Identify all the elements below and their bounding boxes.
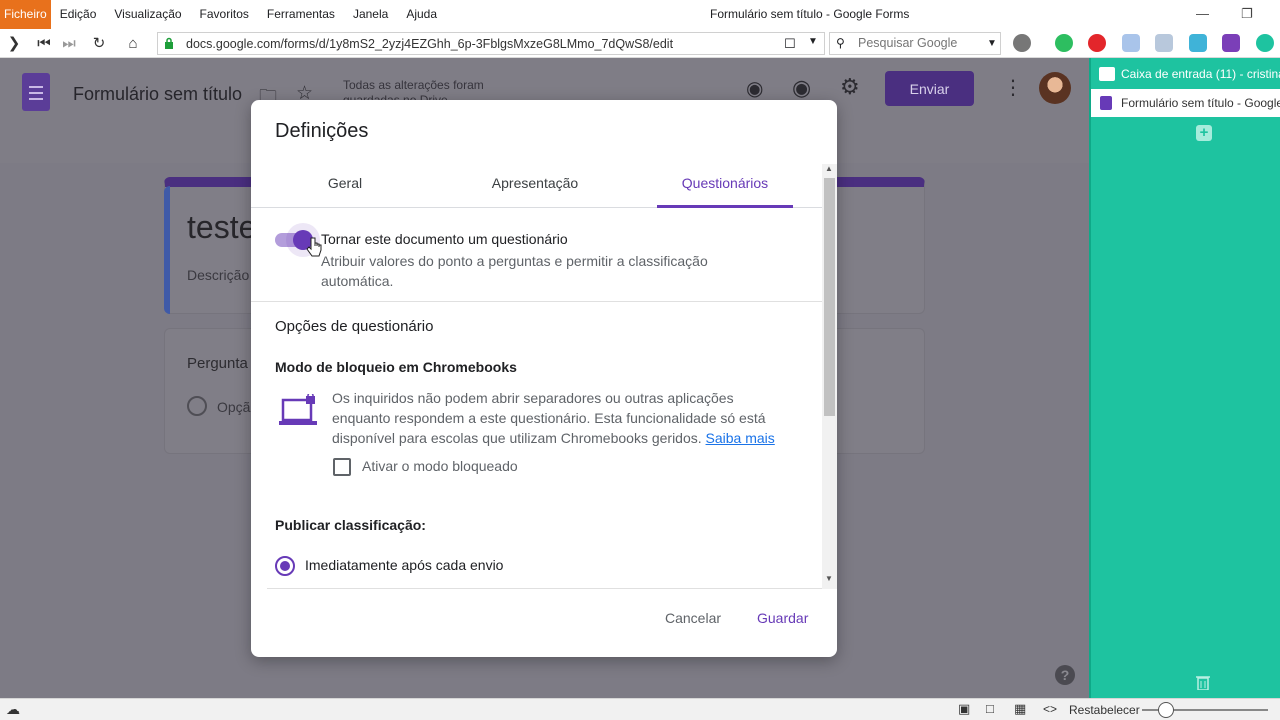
trash-icon[interactable]: [1196, 674, 1210, 690]
cloud-icon[interactable]: ☁: [6, 701, 20, 718]
camera-icon[interactable]: ▣: [958, 701, 970, 717]
quiz-toggle-description: Atribuir valores do ponto a perguntas e …: [321, 253, 708, 289]
release-immediately-radio[interactable]: [275, 556, 295, 576]
screenshot-icon[interactable]: [1189, 34, 1207, 52]
docs-icon[interactable]: [1122, 34, 1140, 52]
side-tab-mail[interactable]: Caixa de entrada (11) - cristina: [1091, 61, 1280, 88]
reload-icon[interactable]: ↻: [89, 33, 109, 53]
onenote-icon[interactable]: [1222, 34, 1240, 52]
quiz-options-heading: Opções de questionário: [275, 318, 434, 335]
menu-bookmarks[interactable]: Favoritos: [191, 0, 258, 29]
hand-cursor-icon: [306, 237, 322, 257]
menu-view[interactable]: Visualização: [105, 0, 190, 29]
search-dropdown-icon[interactable]: ▼: [987, 38, 997, 49]
settings-dialog: Definições Geral Apresentação Questionár…: [251, 100, 837, 657]
menu-help[interactable]: Ajuda: [397, 0, 446, 29]
menu-window[interactable]: Janela: [344, 0, 397, 29]
window-icon[interactable]: □: [986, 701, 994, 716]
scroll-up-icon[interactable]: ▲: [825, 164, 833, 173]
scroll-down-icon[interactable]: ▼: [825, 574, 833, 583]
divider: [267, 588, 822, 589]
restore-icon[interactable]: ❐: [1241, 6, 1253, 22]
opera-icon[interactable]: [1088, 34, 1106, 52]
lock-mode-checkbox-label[interactable]: Ativar o modo bloqueado: [362, 458, 518, 474]
search-icon: ⚲: [836, 36, 845, 50]
dropdown-icon[interactable]: ▼: [808, 36, 818, 47]
palette-icon[interactable]: ◉: [746, 76, 763, 101]
search-box[interactable]: ⚲ ▼: [829, 32, 1001, 55]
grammarly-icon[interactable]: [1256, 34, 1274, 52]
menu-edit[interactable]: Edição: [51, 0, 106, 29]
question-label[interactable]: Pergunta: [187, 355, 248, 372]
mail-ext-icon[interactable]: [1155, 34, 1173, 52]
lock-mode-checkbox[interactable]: [333, 458, 351, 476]
option-radio: [187, 396, 207, 416]
tab-presentation[interactable]: Apresentação: [465, 164, 605, 208]
form-description[interactable]: Descrição: [187, 267, 249, 283]
side-panel: Caixa de entrada (11) - cristina Formulá…: [1089, 58, 1280, 698]
release-grade-heading: Publicar classificação:: [275, 517, 426, 533]
forms-tab-icon: [1100, 96, 1112, 110]
learn-more-link[interactable]: Saiba mais: [706, 430, 775, 446]
dialog-scrollbar[interactable]: ▲ ▼: [822, 164, 837, 589]
menu-bar: Ficheiro Edição Visualização Favoritos F…: [0, 0, 1280, 29]
bookmark-icon[interactable]: ☐: [784, 36, 796, 52]
cancel-button[interactable]: Cancelar: [665, 610, 721, 626]
divider: [251, 301, 822, 302]
settings-tabs: Geral Apresentação Questionários: [251, 164, 822, 208]
window-title: Formulário sem título - Google Forms: [710, 7, 910, 21]
url-text: docs.google.com/forms/d/1y8mS2_2yzj4EZGh…: [186, 37, 674, 51]
home-icon[interactable]: ⌂: [123, 33, 143, 53]
forward-icon[interactable]: ❯: [4, 33, 24, 53]
quiz-toggle-title: Tornar este documento um questionário: [321, 231, 568, 247]
zoom-slider-thumb[interactable]: [1158, 702, 1174, 718]
code-icon[interactable]: <>: [1043, 702, 1057, 716]
menu-tools[interactable]: Ferramentas: [258, 0, 344, 29]
save-button[interactable]: Guardar: [757, 610, 808, 626]
form-title[interactable]: teste: [187, 209, 256, 246]
lock-mode-heading: Modo de bloqueio em Chromebooks: [275, 359, 517, 375]
more-vert-icon[interactable]: ⋮: [1003, 75, 1023, 100]
profile-icon[interactable]: [1013, 34, 1031, 52]
image-icon[interactable]: ▦: [1014, 701, 1026, 717]
search-input[interactable]: [858, 36, 978, 50]
scroll-thumb[interactable]: [824, 178, 835, 416]
menu-file[interactable]: Ficheiro: [0, 0, 51, 29]
send-button[interactable]: Enviar: [885, 71, 974, 106]
minimize-icon[interactable]: —: [1196, 6, 1209, 21]
forms-logo-icon[interactable]: [22, 73, 50, 111]
evernote-icon[interactable]: [1055, 34, 1073, 52]
release-immediately-label[interactable]: Imediatamente após cada envio: [305, 557, 503, 573]
settings-gear-icon[interactable]: ⚙: [840, 74, 860, 100]
browser-toolbar: ❯ ⏮ ⏭ ↻ ⌂ docs.google.com/forms/d/1y8mS2…: [0, 29, 1280, 58]
lock-icon: [165, 37, 173, 49]
tab-quizzes[interactable]: Questionários: [657, 164, 793, 208]
address-bar[interactable]: docs.google.com/forms/d/1y8mS2_2yzj4EZGh…: [157, 32, 825, 55]
side-tab-form-label: Formulário sem título - Google: [1121, 96, 1280, 110]
lock-mode-description-text: Os inquiridos não podem abrir separadore…: [332, 390, 766, 446]
side-tab-form[interactable]: Formulário sem título - Google: [1091, 89, 1280, 117]
zoom-reset[interactable]: Restabelecer: [1069, 703, 1140, 717]
gmail-icon: [1099, 67, 1115, 81]
avatar[interactable]: [1039, 72, 1071, 104]
doc-title[interactable]: Formulário sem título: [73, 84, 242, 105]
dialog-title: Definições: [275, 120, 369, 142]
add-tab-icon[interactable]: +: [1196, 125, 1212, 141]
locked-laptop-icon: [279, 394, 317, 425]
preview-eye-icon[interactable]: ◉: [792, 75, 811, 101]
tab-general[interactable]: Geral: [275, 164, 415, 208]
side-tab-mail-label: Caixa de entrada (11) - cristina: [1121, 67, 1280, 81]
status-bar: ☁ ▣ □ ▦ <> Restabelecer: [0, 698, 1280, 720]
lock-mode-description: Os inquiridos não podem abrir separadore…: [332, 388, 792, 448]
settings-content: Tornar este documento um questionário At…: [251, 208, 822, 589]
help-icon[interactable]: ?: [1055, 665, 1075, 685]
rewind-icon[interactable]: ⏮: [34, 33, 54, 53]
fast-forward-icon[interactable]: ⏭: [59, 33, 79, 53]
